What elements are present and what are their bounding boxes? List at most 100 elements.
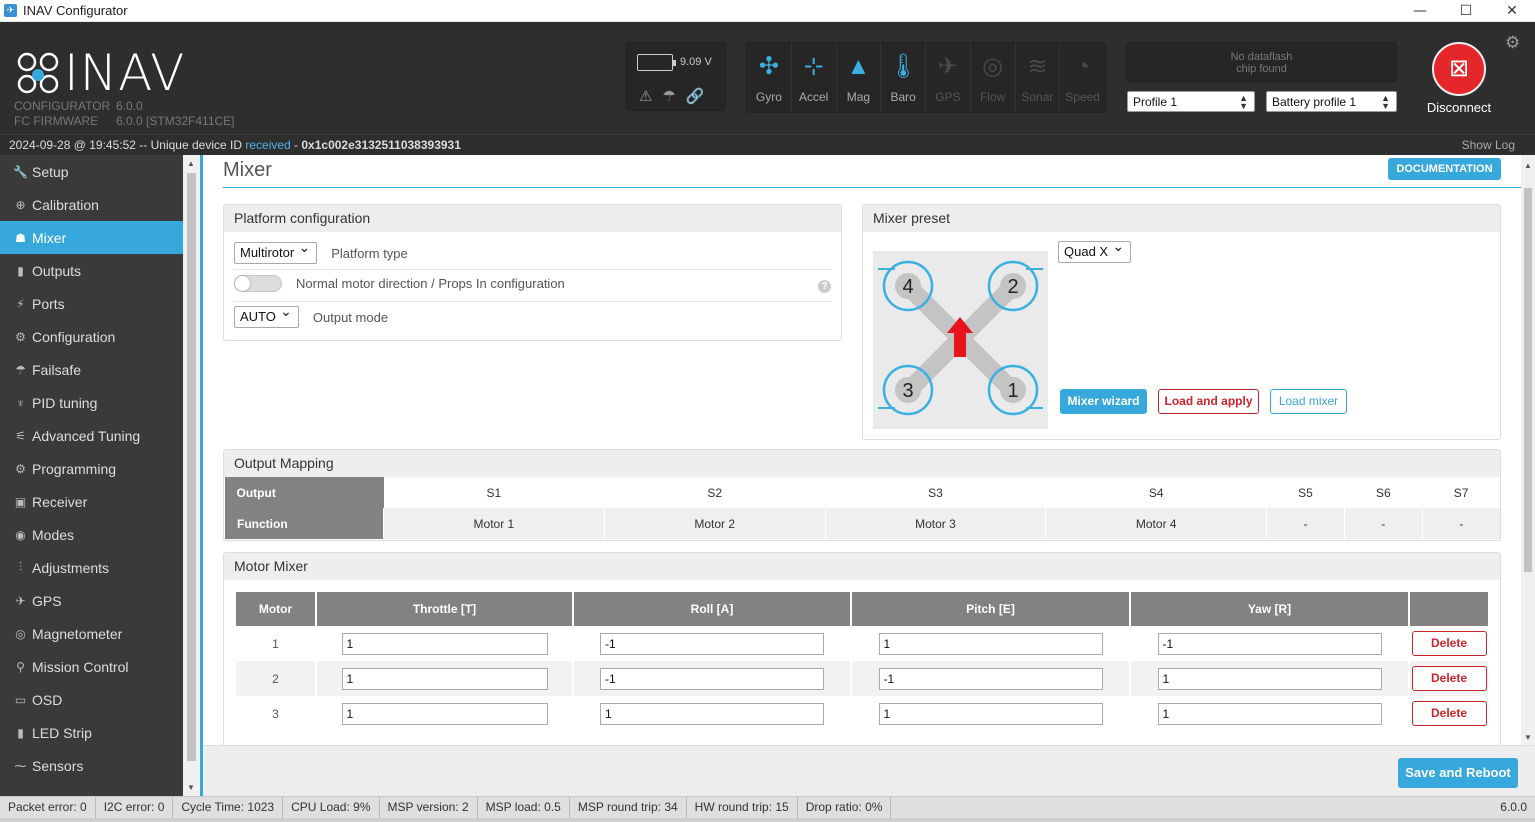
pitch-input[interactable] (878, 667, 1103, 690)
mixer-preset-select[interactable]: Quad X (1058, 239, 1132, 263)
select-arrows-icon: ▲ ▼ (1381, 93, 1390, 111)
sidebar-item-ports[interactable]: ⚡ Ports (0, 287, 183, 320)
speed-icon: ◔ (1075, 53, 1090, 80)
yaw-input[interactable] (1157, 667, 1382, 690)
window-titlebar: ✈ INAV Configurator — ☐ ✕ (0, 0, 1535, 22)
disconnect-label: Disconnect (1426, 100, 1492, 115)
sidebar-item-led-strip[interactable]: ▮ LED Strip (0, 716, 183, 749)
pid-icon: ♆ (16, 395, 25, 410)
scroll-up-icon[interactable]: ▲ (187, 159, 195, 168)
delete-motor-button[interactable]: Delete (1411, 666, 1487, 691)
profile-select[interactable]: Profile 1 ▲ ▼ (1127, 91, 1255, 112)
motor-mixer-table: Motor Throttle [T] Roll [A] Pitch [E] Ya… (236, 592, 1488, 731)
gear-icon: ⚙ (15, 329, 26, 344)
close-button[interactable]: ✕ (1489, 0, 1535, 22)
sidebar-scroll-thumb[interactable] (187, 173, 196, 761)
delete-motor-button[interactable]: Delete (1411, 631, 1487, 656)
sidebar-item-modes[interactable]: ◉ Modes (0, 518, 183, 551)
main-content: Mixer DOCUMENTATION Platform configurati… (203, 155, 1521, 745)
window-title: INAV Configurator (23, 3, 128, 18)
show-log-link[interactable]: Show Log (1462, 135, 1515, 155)
sensors-icon: ⁓ (14, 758, 27, 773)
configurator-version: 6.0.0 (116, 99, 143, 113)
save-and-reboot-button[interactable]: Save and Reboot (1398, 758, 1518, 788)
advanced-icon: ⚟ (15, 428, 26, 443)
roll-input[interactable] (600, 702, 824, 725)
sidebar-item-programming[interactable]: ⚙ Programming (0, 452, 183, 485)
mixer-wizard-button[interactable]: Mixer wizard (1060, 389, 1147, 414)
gyro-icon: ✣ (758, 53, 779, 80)
pitch-input[interactable] (878, 632, 1103, 655)
sidebar-item-osd[interactable]: ▭ OSD (0, 683, 183, 716)
throttle-input[interactable] (341, 667, 548, 690)
panel-heading: Output Mapping (224, 450, 1500, 477)
column-header: Roll [A] (573, 592, 852, 626)
throttle-input[interactable] (341, 632, 548, 655)
window-bottom-edge (0, 818, 1535, 822)
sidebar-item-sensors[interactable]: ⁓ Sensors (0, 749, 183, 782)
scroll-up-icon[interactable]: ▲ (1524, 161, 1532, 170)
roll-input[interactable] (600, 632, 824, 655)
sidebar-item-magnetometer[interactable]: ◎ Magnetometer (0, 617, 183, 650)
sidebar-item-receiver[interactable]: ▣ Receiver (0, 485, 183, 518)
platform-type-select[interactable]: Multirotor (234, 240, 318, 264)
disconnect-button[interactable]: ⊠ (1432, 42, 1486, 96)
sidebar-item-configuration[interactable]: ⚙ Configuration (0, 320, 183, 353)
load-mixer-button[interactable]: Load mixer (1270, 389, 1347, 414)
sidebar-item-outputs[interactable]: ▮ Outputs (0, 254, 183, 287)
yaw-input[interactable] (1157, 702, 1382, 725)
function-row-label: Function (224, 508, 384, 539)
sidebar-item-gps[interactable]: ✈ GPS (0, 584, 183, 617)
content-scrollbar[interactable]: ▲ ▼ (1521, 155, 1535, 745)
sidebar-item-calibration[interactable]: ⊕ Calibration (0, 188, 183, 221)
motor-direction-toggle[interactable] (234, 275, 282, 292)
settings-gear-icon[interactable]: ⚙ (1505, 33, 1520, 53)
packet-error: Packet error: 0 (0, 797, 96, 818)
sidebar-item-adjustments[interactable]: ⫶ Adjustments (0, 551, 183, 584)
sliders-icon: ⫶ (18, 560, 22, 574)
flow-icon: ◎ (982, 53, 1004, 80)
battery-profile-select[interactable]: Battery profile 1 ▲ ▼ (1266, 91, 1397, 112)
sidebar-item-mixer[interactable]: ☗ Mixer (0, 221, 183, 254)
satellite-icon: ✈ (15, 593, 26, 608)
roll-input[interactable] (600, 667, 824, 690)
drop-ratio: Drop ratio: 0% (798, 797, 892, 818)
scroll-down-icon[interactable]: ▼ (1524, 733, 1532, 742)
maximize-button[interactable]: ☐ (1443, 0, 1489, 22)
panel-heading: Mixer preset (863, 205, 1500, 232)
documentation-button[interactable]: DOCUMENTATION (1388, 158, 1501, 180)
wrench-icon: 🔧 (13, 164, 28, 179)
baro-icon: 🌡 (887, 53, 919, 80)
output-mode-select[interactable]: AUTO (234, 304, 299, 328)
sensor-mag: ▲ Mag (837, 43, 882, 114)
help-icon[interactable]: ? (818, 280, 831, 293)
sidebar-item-advanced-tuning[interactable]: ⚟ Advanced Tuning (0, 419, 183, 452)
output-mode-label: Output mode (312, 309, 389, 325)
column-header-actions (1409, 592, 1488, 626)
minimize-button[interactable]: — (1397, 0, 1443, 22)
compass-icon: ◎ (15, 626, 26, 641)
sidebar-item-setup[interactable]: 🔧 Setup (0, 155, 183, 188)
throttle-input[interactable] (341, 702, 548, 725)
msp-version: MSP version: 2 (380, 797, 478, 818)
version-info: CONFIGURATOR 6.0.0 FC FIRMWARE 6.0.0 [STM3… (14, 99, 235, 129)
hw-round-trip: HW round trip: 15 (687, 797, 798, 818)
status-bar: Packet error: 0 I2C error: 0 Cycle Time:… (0, 796, 1535, 818)
content-scroll-thumb[interactable] (1524, 188, 1532, 572)
scroll-down-icon[interactable]: ▼ (187, 783, 195, 792)
delete-motor-button[interactable]: Delete (1411, 701, 1487, 726)
sidebar-item-pid-tuning[interactable]: ♆ PID tuning (0, 386, 183, 419)
status-timestamp: 2024-09-28 @ 19:45:52 (9, 138, 136, 152)
load-and-apply-button[interactable]: Load and apply (1158, 389, 1259, 414)
sidebar-item-mission-control[interactable]: ⚲ Mission Control (0, 650, 183, 683)
divider (234, 269, 831, 270)
sensor-status-panel: ✣ Gyro ⊹ Accel ▲ Mag 🌡 Baro ✈ GPS ◎ Flow ≋ Sona… (746, 42, 1106, 114)
pitch-input[interactable] (878, 702, 1103, 725)
logo-text: INAV (64, 44, 186, 102)
function-cell: - (1421, 508, 1500, 539)
sidebar-item-failsafe[interactable]: ☂ Failsafe (0, 353, 183, 386)
i2c-error: I2C error: 0 (96, 797, 174, 818)
sidebar-scrollbar[interactable]: ▲ ▼ (183, 155, 200, 796)
column-header: Pitch [E] (851, 592, 1131, 626)
yaw-input[interactable] (1157, 632, 1382, 655)
